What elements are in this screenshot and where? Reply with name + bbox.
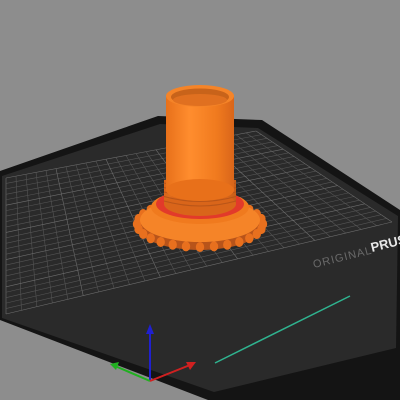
gear-tooth [252, 229, 261, 239]
gear-tooth [156, 237, 165, 247]
scene: ORIGINAL PRUS [0, 85, 400, 400]
gear-tooth [181, 241, 191, 252]
y-axis-arrow [110, 362, 119, 370]
gear-tooth [223, 239, 232, 250]
gear-tooth [146, 233, 155, 244]
gear-tooth [235, 237, 244, 247]
gear-tooth [195, 242, 205, 252]
tube-body [166, 85, 234, 201]
gear-tooth [168, 239, 177, 250]
gear-tooth [245, 233, 254, 244]
3d-viewport[interactable]: ORIGINAL PRUS [0, 0, 400, 400]
gear-tooth [209, 241, 219, 252]
